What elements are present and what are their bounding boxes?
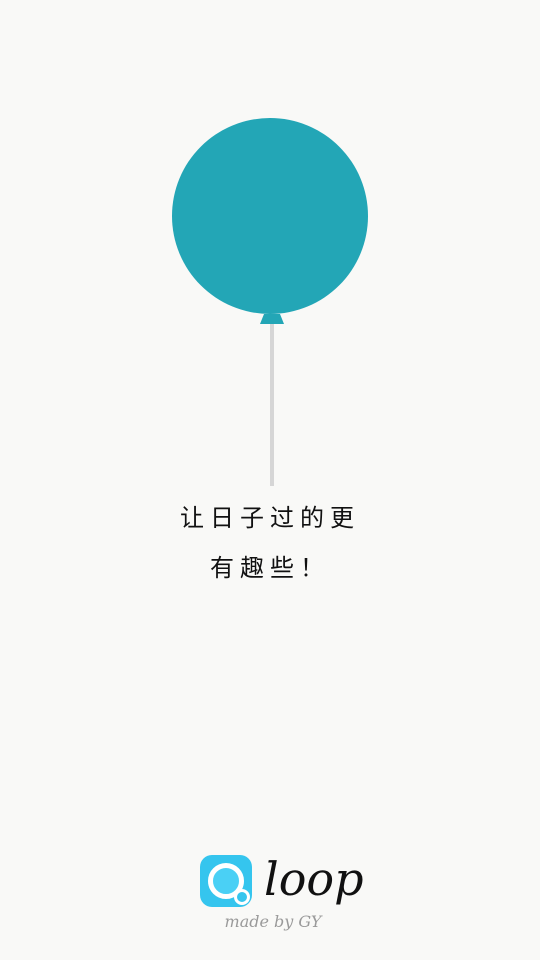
tagline-line-1: 让日子过的更	[180, 504, 360, 532]
balloon-icon	[172, 118, 368, 486]
app-name: loop	[264, 852, 364, 906]
brand-lockup: loop	[200, 854, 364, 908]
credit-text: made by GY	[224, 912, 322, 931]
balloon-knot	[260, 314, 284, 324]
tagline-line-2: 有趣些！	[210, 554, 330, 582]
loop-logo-icon	[200, 855, 252, 907]
splash-screen: { "colors": { "background": "#f9f9f7", "…	[0, 0, 540, 960]
balloon-body	[172, 118, 368, 314]
balloon-illustration	[171, 118, 371, 488]
